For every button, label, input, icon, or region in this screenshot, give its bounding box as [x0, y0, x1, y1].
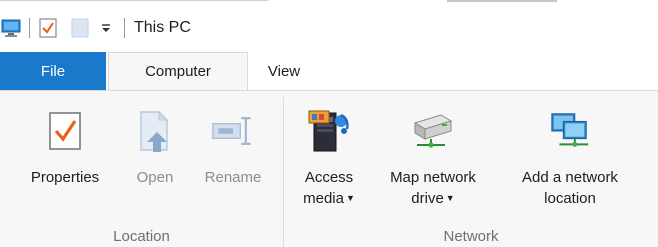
map-network-drive-button[interactable]: Map network drive ▼ [370, 109, 496, 209]
add-network-location-label-line1: Add a network [522, 169, 618, 186]
properties-button[interactable]: Properties [20, 109, 110, 188]
access-media-button[interactable]: Access media ▼ [298, 109, 360, 209]
qat-separator [124, 18, 125, 38]
properties-checkmark-icon [43, 109, 87, 153]
group-label-network: Network [443, 228, 499, 245]
add-network-location-button[interactable]: Add a network location [502, 109, 638, 209]
ribbon-tabs: File Computer View [0, 52, 658, 90]
add-network-location-icon [548, 109, 592, 153]
properties-checkmark-icon[interactable] [37, 17, 59, 39]
window-title: This PC [134, 19, 191, 36]
title-bar: This PC [0, 10, 658, 46]
map-network-drive-label-line1: Map network [390, 169, 476, 186]
map-network-drive-icon [411, 109, 455, 153]
add-network-location-label: Add a network location [522, 167, 618, 209]
open-label: Open [136, 169, 174, 186]
qat-separator [29, 18, 30, 38]
explorer-window: This PC File Computer View Properties Op… [0, 0, 658, 247]
ribbon-group-location: Properties Open Rename Location [0, 91, 283, 247]
top-strip-segment [0, 0, 268, 10]
top-strip [0, 0, 658, 10]
this-pc-monitor-icon[interactable] [0, 17, 22, 39]
map-network-drive-label-line2: drive [411, 190, 444, 207]
rename-label: Rename [204, 169, 262, 186]
ribbon-group-network: Access media ▼ Map network drive ▼ Add a… [284, 91, 658, 247]
customize-qat-chevron-down-icon[interactable] [95, 17, 117, 39]
dropdown-caret-icon[interactable]: ▼ [346, 193, 355, 203]
ribbon-panel: Properties Open Rename Location Access m… [0, 90, 658, 247]
dropdown-caret-icon[interactable]: ▼ [446, 193, 455, 203]
access-media-label-line2: media [303, 190, 344, 207]
tab-computer[interactable]: Computer [108, 52, 248, 90]
group-label-location: Location [113, 228, 170, 245]
tab-view[interactable]: View [248, 52, 320, 90]
add-network-location-label-line2: location [544, 190, 596, 207]
map-network-drive-label: Map network drive ▼ [390, 167, 476, 209]
top-strip-segment [447, 0, 557, 10]
rename-button[interactable]: Rename [194, 109, 272, 188]
new-folder-icon[interactable] [69, 17, 91, 39]
access-media-label: Access media ▼ [303, 167, 355, 209]
access-media-icon [307, 109, 351, 153]
open-document-icon [133, 109, 177, 153]
open-button[interactable]: Open [128, 109, 182, 188]
rename-icon [211, 109, 255, 153]
tab-file[interactable]: File [0, 52, 106, 90]
access-media-label-line1: Access [304, 169, 354, 186]
properties-label: Properties [30, 169, 100, 186]
